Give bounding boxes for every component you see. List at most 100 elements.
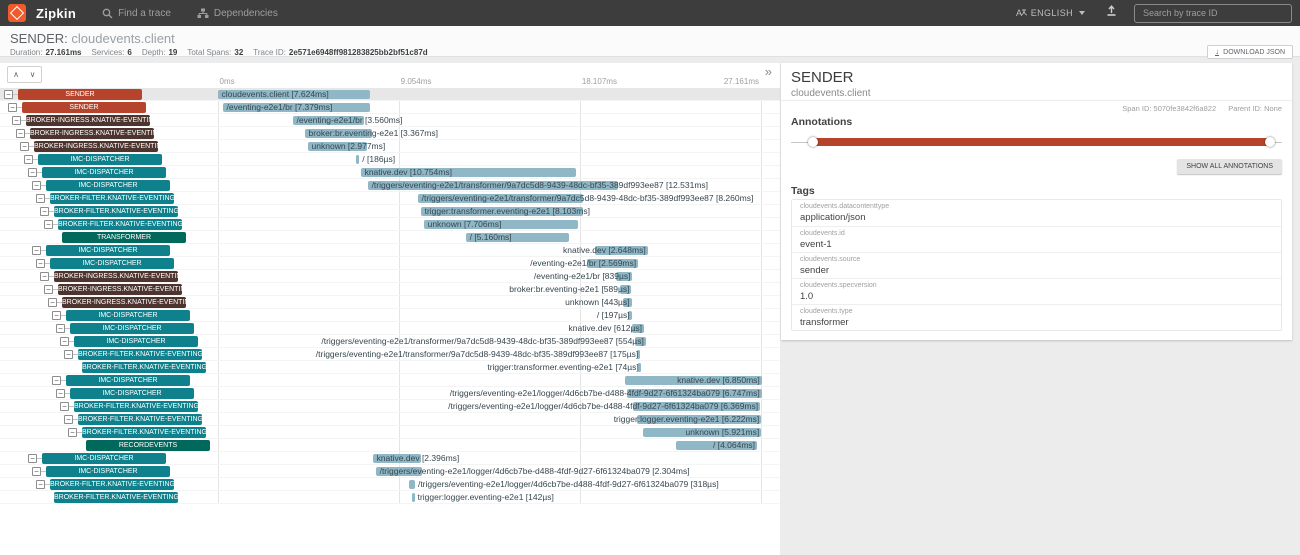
service-badge[interactable]: BROKER-FILTER.KNATIVE-EVENTING — [58, 219, 182, 230]
span-row[interactable]: BROKER-FILTER.KNATIVE-EVENTINGtrigger:lo… — [0, 491, 780, 504]
zipkin-logo-icon[interactable] — [8, 4, 26, 22]
service-badge[interactable]: IMC-DISPATCHER — [70, 388, 194, 399]
service-badge[interactable]: BROKER-INGRESS.KNATIVE-EVENTING — [62, 297, 186, 308]
service-badge[interactable]: BROKER-FILTER.KNATIVE-EVENTING — [54, 206, 178, 217]
service-badge[interactable]: IMC-DISPATCHER — [46, 245, 170, 256]
service-badge[interactable]: BROKER-INGRESS.KNATIVE-EVENTING — [34, 141, 158, 152]
service-badge[interactable]: IMC-DISPATCHER — [66, 310, 190, 321]
collapse-toggle-icon[interactable]: − — [40, 207, 49, 216]
expand-all-button[interactable]: ∨ — [24, 66, 42, 83]
service-badge[interactable]: SENDER — [22, 102, 146, 113]
service-badge[interactable]: IMC-DISPATCHER — [70, 323, 194, 334]
collapse-toggle-icon[interactable]: − — [52, 311, 61, 320]
download-json-button[interactable]: ↓ DOWNLOAD JSON — [1207, 45, 1293, 59]
span-row[interactable]: −IMC-DISPATCHER/ [197µs] — [0, 309, 780, 322]
collapse-toggle-icon[interactable]: − — [64, 350, 73, 359]
span-row[interactable]: BROKER-FILTER.KNATIVE-EVENTINGtrigger:tr… — [0, 361, 780, 374]
service-badge[interactable]: IMC-DISPATCHER — [46, 466, 170, 477]
collapse-toggle-icon[interactable]: − — [36, 480, 45, 489]
collapse-toggle-icon[interactable]: − — [56, 324, 65, 333]
span-row[interactable]: −BROKER-FILTER.KNATIVE-EVENTINGtrigger:l… — [0, 413, 780, 426]
collapse-toggle-icon[interactable]: − — [60, 402, 69, 411]
collapse-toggle-icon[interactable]: − — [40, 272, 49, 281]
service-badge[interactable]: BROKER-INGRESS.KNATIVE-EVENTING — [54, 271, 178, 282]
span-row[interactable]: RECORDEVENTS/ [4.064ms] — [0, 439, 780, 452]
collapse-toggle-icon[interactable]: − — [36, 194, 45, 203]
span-row[interactable]: −BROKER-INGRESS.KNATIVE-EVENTING/eventin… — [0, 270, 780, 283]
span-row[interactable]: −IMC-DISPATCHERknative.dev [6.850ms] — [0, 374, 780, 387]
collapse-all-button[interactable]: ∧ — [7, 66, 25, 83]
collapse-toggle-icon[interactable]: − — [44, 220, 53, 229]
span-row[interactable]: −IMC-DISPATCHER/triggers/eventing-e2e1/t… — [0, 179, 780, 192]
search-input[interactable] — [1134, 4, 1292, 23]
service-badge[interactable]: BROKER-FILTER.KNATIVE-EVENTING — [74, 401, 198, 412]
collapse-toggle-icon[interactable]: − — [32, 181, 41, 190]
service-badge[interactable]: BROKER-FILTER.KNATIVE-EVENTING — [78, 414, 202, 425]
span-row[interactable]: −SENDERcloudevents.client [7.624ms] — [0, 88, 780, 101]
span-row[interactable]: −BROKER-FILTER.KNATIVE-EVENTINGunknown [… — [0, 218, 780, 231]
service-badge[interactable]: IMC-DISPATCHER — [42, 167, 166, 178]
upload-trace-button[interactable] — [1105, 4, 1118, 22]
collapse-toggle-icon[interactable]: − — [8, 103, 17, 112]
span-row[interactable]: −BROKER-FILTER.KNATIVE-EVENTINGunknown [… — [0, 426, 780, 439]
collapse-toggle-icon[interactable]: − — [44, 285, 53, 294]
span-row[interactable]: −SENDER/eventing-e2e1/br [7.379ms] — [0, 101, 780, 114]
service-badge[interactable]: RECORDEVENTS — [86, 440, 210, 451]
span-row[interactable]: −BROKER-FILTER.KNATIVE-EVENTING/triggers… — [0, 478, 780, 491]
language-selector[interactable]: A ENGLISH — [1015, 7, 1085, 19]
collapse-toggle-icon[interactable]: − — [24, 155, 33, 164]
service-badge[interactable]: BROKER-INGRESS.KNATIVE-EVENTING — [26, 115, 150, 126]
annotation-end-marker[interactable] — [1265, 137, 1275, 147]
collapse-toggle-icon[interactable]: − — [28, 168, 37, 177]
span-row[interactable]: −BROKER-INGRESS.KNATIVE-EVENTINGunknown … — [0, 140, 780, 153]
collapse-toggle-icon[interactable]: − — [60, 337, 69, 346]
span-row[interactable]: −BROKER-INGRESS.KNATIVE-EVENTINGbroker:b… — [0, 283, 780, 296]
nav-item-dependencies[interactable]: Dependencies — [197, 8, 278, 19]
span-row[interactable]: −IMC-DISPATCHER/ [186µs] — [0, 153, 780, 166]
service-badge[interactable]: IMC-DISPATCHER — [66, 375, 190, 386]
show-all-annotations-button[interactable]: SHOW ALL ANNOTATIONS — [1177, 159, 1282, 174]
service-badge[interactable]: BROKER-FILTER.KNATIVE-EVENTING — [78, 349, 202, 360]
collapse-toggle-icon[interactable]: − — [28, 454, 37, 463]
span-row[interactable]: −BROKER-FILTER.KNATIVE-EVENTING/triggers… — [0, 400, 780, 413]
collapse-toggle-icon[interactable]: − — [32, 467, 41, 476]
service-badge[interactable]: BROKER-FILTER.KNATIVE-EVENTING — [50, 479, 174, 490]
span-duration-bar[interactable] — [356, 155, 360, 164]
span-row[interactable]: −IMC-DISPATCHER/eventing-e2e1/br [2.569m… — [0, 257, 780, 270]
span-row[interactable]: −BROKER-FILTER.KNATIVE-EVENTINGtrigger:t… — [0, 205, 780, 218]
span-duration-bar[interactable] — [412, 493, 415, 502]
collapse-toggle-icon[interactable]: − — [48, 298, 57, 307]
span-row[interactable]: −BROKER-FILTER.KNATIVE-EVENTING/triggers… — [0, 192, 780, 205]
span-row[interactable]: −IMC-DISPATCHERknative.dev [612µs] — [0, 322, 780, 335]
collapse-toggle-icon[interactable]: − — [32, 246, 41, 255]
span-row[interactable]: −BROKER-FILTER.KNATIVE-EVENTING/triggers… — [0, 348, 780, 361]
service-badge[interactable]: IMC-DISPATCHER — [46, 180, 170, 191]
span-duration-bar[interactable] — [409, 480, 415, 489]
service-badge[interactable]: IMC-DISPATCHER — [74, 336, 198, 347]
span-row[interactable]: TRANSFORMER/ [5.160ms] — [0, 231, 780, 244]
span-row[interactable]: −BROKER-INGRESS.KNATIVE-EVENTINGbroker:b… — [0, 127, 780, 140]
service-badge[interactable]: BROKER-FILTER.KNATIVE-EVENTING — [82, 427, 206, 438]
annotation-start-marker[interactable] — [808, 137, 818, 147]
service-badge[interactable]: BROKER-FILTER.KNATIVE-EVENTING — [82, 362, 206, 373]
span-row[interactable]: −IMC-DISPATCHER/triggers/eventing-e2e1/t… — [0, 335, 780, 348]
span-row[interactable]: −BROKER-INGRESS.KNATIVE-EVENTING/eventin… — [0, 114, 780, 127]
service-badge[interactable]: BROKER-FILTER.KNATIVE-EVENTING — [54, 492, 178, 503]
service-badge[interactable]: BROKER-FILTER.KNATIVE-EVENTING — [50, 193, 174, 204]
service-badge[interactable]: IMC-DISPATCHER — [38, 154, 162, 165]
service-badge[interactable]: TRANSFORMER — [62, 232, 186, 243]
span-row[interactable]: −IMC-DISPATCHER/triggers/eventing-e2e1/l… — [0, 387, 780, 400]
service-badge[interactable]: SENDER — [18, 89, 142, 100]
collapse-toggle-icon[interactable]: − — [68, 428, 77, 437]
service-badge[interactable]: BROKER-INGRESS.KNATIVE-EVENTING — [58, 284, 182, 295]
collapse-panel-icon[interactable]: » — [765, 64, 772, 79]
collapse-toggle-icon[interactable]: − — [56, 389, 65, 398]
service-badge[interactable]: IMC-DISPATCHER — [42, 453, 166, 464]
span-row[interactable]: −IMC-DISPATCHERknative.dev [10.754ms] — [0, 166, 780, 179]
service-badge[interactable]: IMC-DISPATCHER — [50, 258, 174, 269]
collapse-toggle-icon[interactable]: − — [52, 376, 61, 385]
collapse-toggle-icon[interactable]: − — [16, 129, 25, 138]
collapse-toggle-icon[interactable]: − — [64, 415, 73, 424]
span-row[interactable]: −IMC-DISPATCHER/triggers/eventing-e2e1/l… — [0, 465, 780, 478]
collapse-toggle-icon[interactable]: − — [12, 116, 21, 125]
